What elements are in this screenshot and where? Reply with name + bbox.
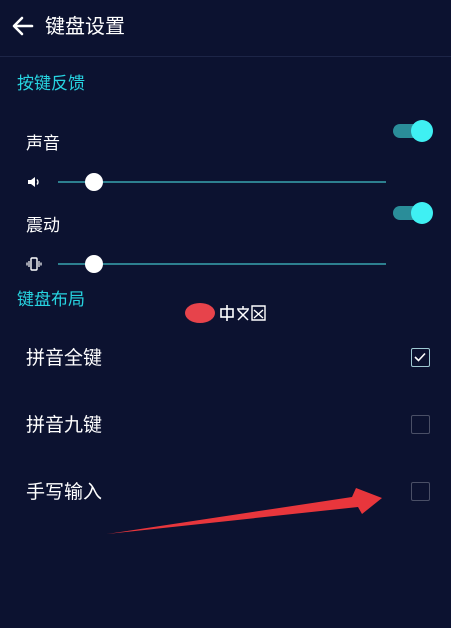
vibration-icon	[26, 257, 42, 271]
watermark-php-badge	[185, 303, 215, 323]
watermark-logo	[185, 303, 267, 323]
app-header: 键盘设置	[0, 0, 451, 57]
section-title-layout: 键盘布局	[17, 290, 85, 310]
layout-option-checkbox-nine[interactable]	[411, 415, 430, 434]
vibration-strength-slider[interactable]	[58, 254, 386, 274]
vibration-toggle[interactable]	[393, 201, 433, 225]
speaker-icon	[28, 177, 39, 187]
slider-thumb[interactable]	[85, 255, 104, 273]
vibration-label: 震动	[26, 216, 60, 236]
layout-option-checkbox-handwriting[interactable]	[411, 482, 430, 501]
slider-track	[58, 263, 386, 265]
slider-track	[58, 181, 386, 183]
slider-thumb[interactable]	[85, 173, 104, 191]
layout-option-label: 拼音九键	[26, 414, 103, 436]
layout-option-checkbox-full[interactable]	[411, 348, 430, 367]
toggle-knob	[411, 202, 433, 224]
layout-option-label: 手写输入	[26, 481, 103, 503]
page-title: 键盘设置	[45, 14, 125, 38]
toggle-knob	[411, 120, 433, 142]
layout-option-label: 拼音全键	[26, 347, 103, 369]
sound-label: 声音	[26, 134, 60, 154]
section-title-feedback: 按键反馈	[17, 74, 85, 94]
sound-toggle[interactable]	[393, 119, 433, 143]
watermark-text-mark	[220, 305, 266, 321]
arrow-left-icon[interactable]	[10, 13, 36, 39]
sound-volume-slider[interactable]	[58, 172, 386, 192]
checkmark-icon	[414, 352, 426, 362]
